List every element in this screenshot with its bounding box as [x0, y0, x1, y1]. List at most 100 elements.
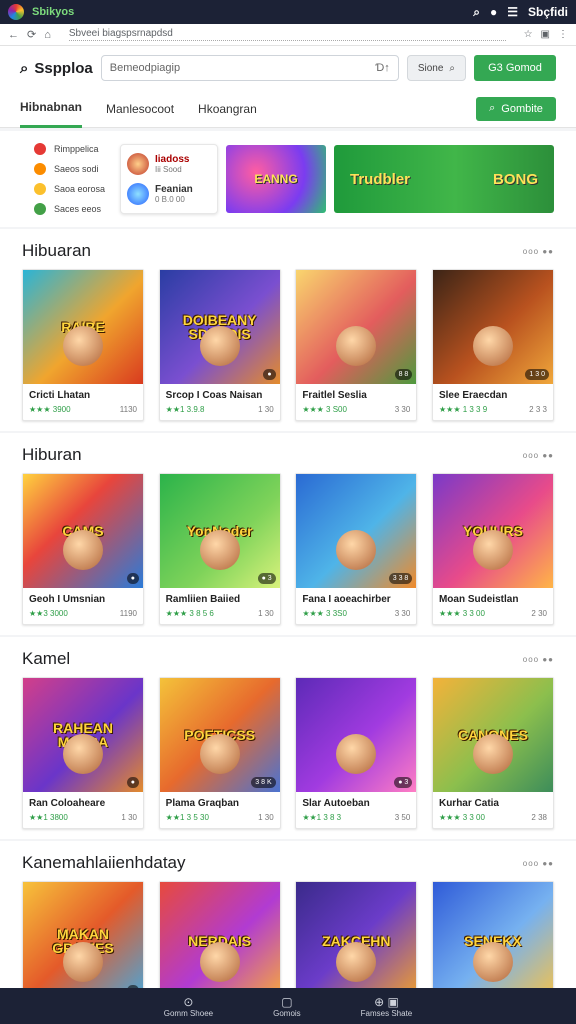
- see-more-link[interactable]: ooo ●●: [523, 655, 554, 664]
- tabs-cta-label: Gombite: [501, 102, 543, 115]
- card-stats: ★★★ 1 3 3 9 2 3 3: [439, 405, 547, 414]
- menu-icon[interactable]: ☰: [507, 5, 518, 19]
- record-icon[interactable]: ●: [490, 5, 497, 19]
- see-more-link[interactable]: ooo ●●: [523, 247, 554, 256]
- category-item[interactable]: Saeos sodi: [34, 163, 112, 175]
- game-thumbnail[interactable]: SENEKX: [432, 882, 553, 1000]
- game-card[interactable]: CANONES Kurhar Catia ★★★ 3 3 00 2 38: [431, 677, 554, 829]
- brand[interactable]: ⌕ Sspploa: [20, 60, 93, 77]
- cta-button[interactable]: G3 Gomod: [474, 55, 556, 81]
- game-name: Ran Coloaheare: [29, 798, 106, 809]
- category-item[interactable]: Rimppelica: [34, 143, 112, 155]
- url-field[interactable]: Sbveei biagspsrnapdsd: [68, 28, 506, 41]
- game-thumbnail[interactable]: 1 3 0: [432, 270, 553, 384]
- refresh-icon[interactable]: ⟳: [27, 28, 36, 41]
- category-dot-icon: [34, 143, 46, 155]
- tab-hkoangran[interactable]: Hkoangran: [198, 90, 257, 128]
- game-thumbnail[interactable]: YonNoder ● 3: [159, 474, 280, 588]
- game-card[interactable]: ZAKCEHN: [295, 881, 418, 1001]
- play-count: 1 30: [258, 405, 274, 414]
- avatar: [127, 183, 149, 205]
- category-item[interactable]: Saces eeos: [34, 203, 112, 215]
- rating: ★★★ 3900: [29, 405, 71, 414]
- play-count: 1190: [119, 609, 137, 618]
- game-card[interactable]: YonNoder ● 3 Ramliien Baiied ★★★ 3 8 5 6…: [158, 473, 281, 625]
- game-thumbnail[interactable]: MAKAN GRAMES ●: [23, 882, 143, 1000]
- game-name: Ramliien Baiied: [165, 594, 241, 605]
- game-thumbnail[interactable]: 8 8: [296, 270, 417, 384]
- game-card[interactable]: MAKAN GRAMES ●: [22, 881, 144, 1001]
- game-card[interactable]: SENEKX: [431, 881, 554, 1001]
- game-thumbnail[interactable]: ● 3: [296, 678, 417, 792]
- game-card[interactable]: DOIBEANY SDNEDIS ● Srcop I Coas Naisan ★…: [158, 269, 281, 421]
- play-count: 3 50: [394, 813, 411, 822]
- search-input[interactable]: Bemeodpiagip Ɗ↑: [100, 55, 399, 81]
- game-section: Kamel ooo ●● RAHEAN MSERA ● Ran Coloahea…: [0, 637, 576, 839]
- game-thumbnail[interactable]: 3 3 8: [296, 474, 417, 588]
- card-stats: ★★★ 3 3 00 2 30: [439, 609, 547, 618]
- see-more-link[interactable]: ooo ●●: [523, 859, 554, 868]
- game-thumbnail[interactable]: RAIBE: [23, 270, 143, 384]
- card-meta: Ran Coloaheare ★★1 3800 1 30: [23, 792, 143, 828]
- game-card[interactable]: YOUURS Moan Sudeistlan ★★★ 3 3 00 2 30: [431, 473, 554, 625]
- mini-list-item[interactable]: Feanian 0 B.0 00: [127, 183, 211, 205]
- game-thumbnail[interactable]: NERDAIS: [159, 882, 280, 1000]
- home-icon[interactable]: ⌂: [44, 29, 51, 41]
- game-card[interactable]: NERDAIS: [158, 881, 281, 1001]
- game-thumbnail[interactable]: ZAKCEHN: [296, 882, 417, 1000]
- top-bar: ⌕ Sspploa Bemeodpiagip Ɗ↑ Sione ⌕ G3 Gom…: [0, 46, 576, 90]
- card-stats: ★★1 3 8 3 3 50: [302, 813, 410, 822]
- search-shortcut: Ɗ↑: [375, 62, 390, 74]
- rating: ★★3 3000: [29, 609, 68, 618]
- game-thumbnail[interactable]: POETICSS 3 8 K: [159, 678, 280, 792]
- tabs-cta-button[interactable]: ⌕ Gombite: [476, 96, 556, 121]
- game-thumbnail[interactable]: DOIBEANY SDNEDIS ●: [159, 270, 280, 384]
- game-thumbnail[interactable]: CAMS ●: [23, 474, 143, 588]
- game-thumbnail[interactable]: YOUURS: [432, 474, 553, 588]
- game-card[interactable]: 8 8 Fraitlel Seslia ★★★ 3 S00 3 30: [295, 269, 418, 421]
- search-icon: ⌕: [489, 102, 496, 114]
- section-header: Kamel ooo ●●: [22, 645, 554, 673]
- bottom-nav-item[interactable]: ▢ Gomois: [273, 995, 301, 1018]
- tabs-icon[interactable]: ▣: [541, 29, 550, 40]
- game-card[interactable]: RAIBE Cricti Lhatan ★★★ 3900 1130: [22, 269, 144, 421]
- bottom-nav-item[interactable]: ⊕ ▣ Famses Shate: [361, 995, 413, 1018]
- card-stats: ★★★ 3 S00 3 30: [302, 405, 410, 414]
- thumbnail-badge: ●: [126, 573, 139, 584]
- game-card[interactable]: ● 3 Slar Autoeban ★★1 3 8 3 3 50: [295, 677, 418, 829]
- games-icon: ▢: [281, 994, 293, 1009]
- promo-banner-large[interactable]: Trudbler BONG: [334, 145, 554, 213]
- rating: ★★★ 3 3 00: [438, 609, 485, 618]
- game-section: Hibuaran ooo ●● RAIBE Cricti Lhatan ★★★ …: [0, 229, 576, 431]
- rating: ★★1 3 8 3: [302, 813, 342, 822]
- game-thumbnail[interactable]: CANONES: [432, 678, 553, 792]
- thumbnail-badge: 3 8 K: [251, 777, 276, 788]
- filter-button[interactable]: Sione ⌕: [406, 55, 466, 81]
- game-card[interactable]: 3 3 8 Fana I aoeachirber ★★★ 3 3S0 3 30: [295, 473, 418, 625]
- card-stats: ★★★ 3 3 00 2 38: [439, 813, 547, 822]
- see-more-link[interactable]: ooo ●●: [523, 451, 554, 460]
- character-icon: [199, 530, 240, 570]
- search-icon[interactable]: ⌕: [473, 5, 480, 20]
- game-card[interactable]: CAMS ● Geoh I Umsnian ★★3 3000 1190: [22, 473, 144, 625]
- promo-banner-small[interactable]: EANNG: [226, 145, 326, 213]
- game-card[interactable]: POETICSS 3 8 K Plama Graqban ★★1 3 5 30 …: [158, 677, 281, 829]
- game-name: Fraitlel Seslia: [302, 390, 367, 401]
- rating: ★★★ 3 3S0: [302, 609, 347, 618]
- card-meta: Geoh I Umsnian ★★3 3000 1190: [23, 588, 143, 624]
- bottom-nav-item[interactable]: ⊙ Gomm Shoee: [164, 995, 213, 1018]
- category-item[interactable]: Saoa eorosa: [34, 183, 112, 195]
- tab-hibnabnan[interactable]: Hibnabnan: [20, 90, 82, 128]
- mini-list-item[interactable]: Iiadoss Iii Sood: [127, 153, 211, 175]
- back-icon[interactable]: ←: [8, 29, 19, 41]
- search-placeholder: Bemeodpiagip: [109, 62, 181, 74]
- character-icon: [63, 326, 103, 366]
- bookmark-icon[interactable]: ☆: [524, 29, 533, 40]
- tab-manlesocoot[interactable]: Manlesocoot: [106, 90, 174, 128]
- game-card[interactable]: RAHEAN MSERA ● Ran Coloaheare ★★1 3800 1…: [22, 677, 144, 829]
- character-icon: [336, 734, 377, 774]
- more-icon[interactable]: ⋮: [558, 29, 568, 40]
- game-thumbnail[interactable]: RAHEAN MSERA ●: [23, 678, 143, 792]
- character-icon: [336, 326, 377, 366]
- game-card[interactable]: 1 3 0 Slee Eraecdan ★★★ 1 3 3 9 2 3 3: [431, 269, 554, 421]
